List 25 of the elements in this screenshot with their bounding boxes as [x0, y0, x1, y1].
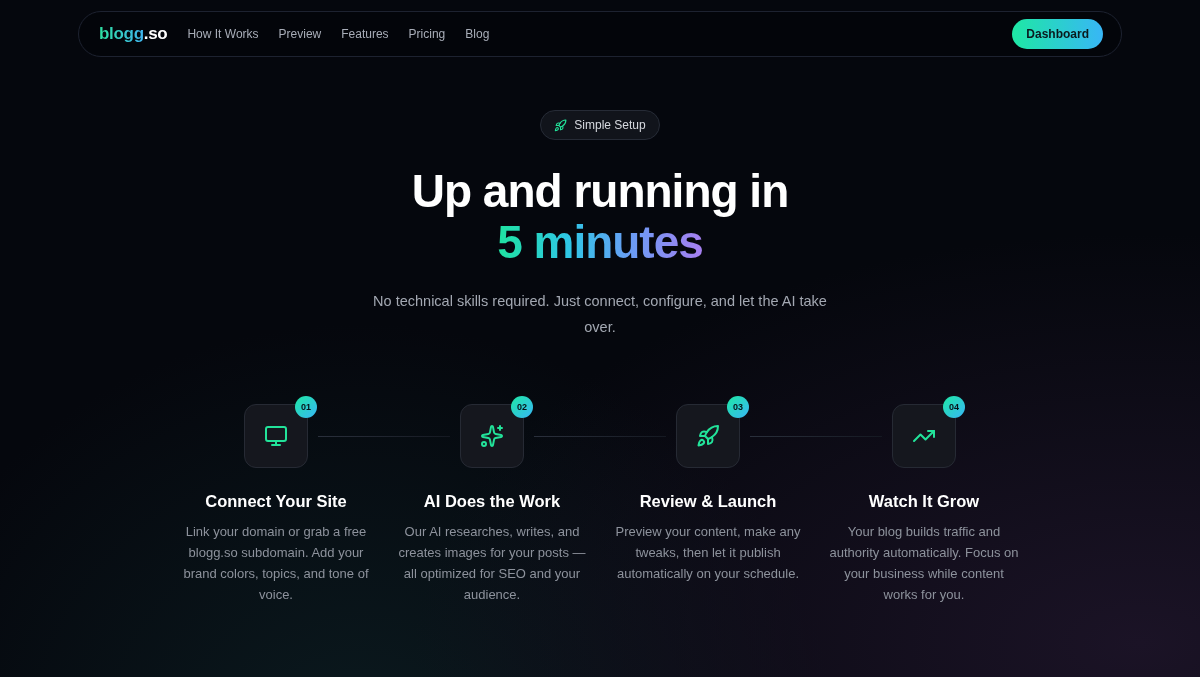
- hero-title: Up and running in: [411, 166, 789, 216]
- nav-link[interactable]: Blog: [465, 27, 490, 41]
- nav-link[interactable]: Features: [341, 27, 389, 41]
- monitor-icon: [264, 424, 288, 448]
- nav-link[interactable]: Preview: [278, 27, 322, 41]
- step-description: Link your domain or grab a free blogg.so subdomain. Add your brand colors, topics, and tone of voice.: [182, 523, 370, 604]
- step-title: Connect Your Site: [205, 492, 347, 511]
- nav-link[interactable]: Pricing: [408, 27, 446, 41]
- badge-label: Simple Setup: [574, 118, 646, 132]
- hero-subtitle: No technical skills required. Just connect, configure, and let the AI take over.: [372, 292, 828, 337]
- step-number: 02: [511, 396, 533, 418]
- step-number: 01: [295, 396, 317, 418]
- nav-link[interactable]: How It Works: [187, 27, 259, 41]
- step-title: AI Does the Work: [423, 492, 561, 511]
- step-description: Preview your content, make any tweaks, then let it publish automatically on your schedule.: [614, 523, 802, 583]
- step-number: 04: [943, 396, 965, 418]
- sparkles-icon: [480, 424, 504, 448]
- step-number: 03: [727, 396, 749, 418]
- dashboard-button[interactable]: Dashboard: [1012, 19, 1103, 49]
- rocket-icon: [696, 424, 720, 448]
- step-description: Your blog builds traffic and authority automatically. Focus on your business while content works for you.: [828, 523, 1020, 604]
- step-title: Watch It Grow: [868, 492, 980, 511]
- rocket-icon: [554, 118, 568, 132]
- step-title: Review & Launch: [639, 492, 777, 511]
- step-description: Our AI researches, writes, and creates images for your posts — all optimized for SEO and your audience.: [397, 523, 587, 604]
